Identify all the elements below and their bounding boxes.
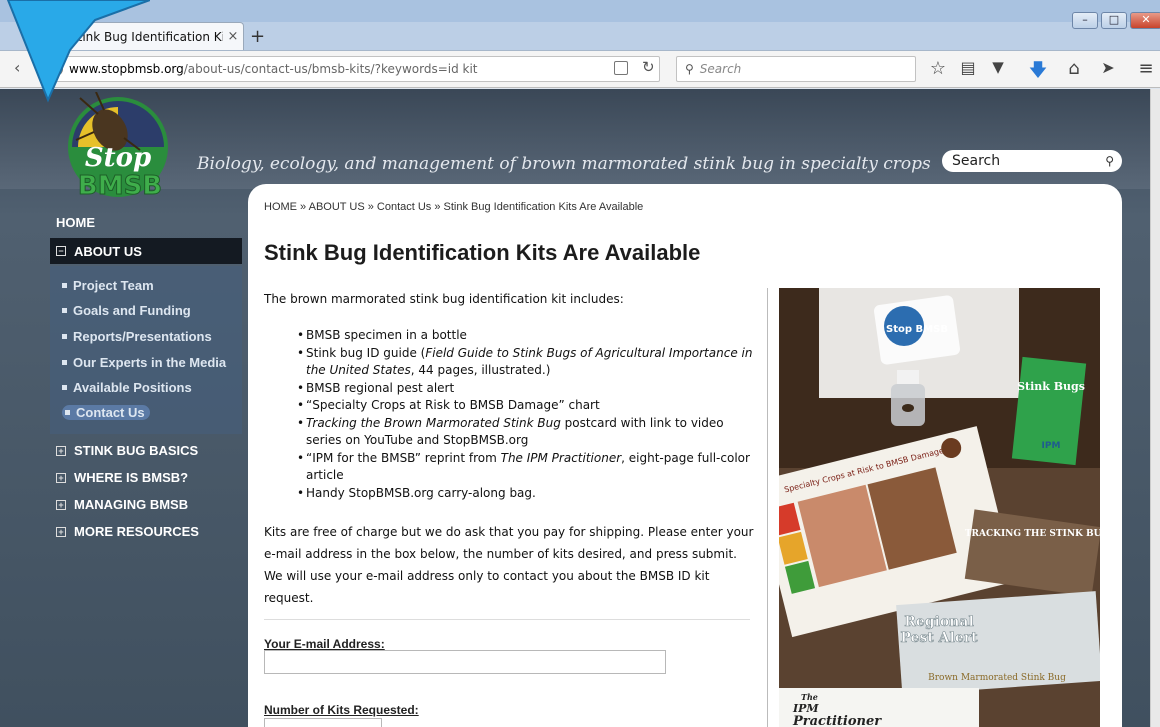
pointer-arrow-icon	[6, 0, 150, 103]
column-divider	[767, 288, 768, 727]
page-title: Stink Bug Identification Kits Are Availa…	[264, 240, 701, 265]
logo-stop-text: Stop	[85, 143, 151, 173]
logo-bmsb-text: BMSB	[78, 171, 162, 201]
alert-subtitle: Brown Marmorated Stink Bug	[928, 673, 1066, 683]
site-search-label: Search	[952, 153, 1001, 169]
intro-text: The brown marmorated stink bug identific…	[264, 292, 624, 306]
email-label: Your E-mail Address:	[264, 637, 385, 651]
expand-icon: +	[56, 526, 66, 537]
nav-stink-bug-basics[interactable]: + STINK BUG BASICS	[56, 443, 198, 458]
postcard-title: TRACKING THE STINK BUG	[965, 529, 1100, 539]
download-icon[interactable]: 🡇	[1026, 58, 1050, 88]
list-item: Stink bug ID guide (Field Guide to Stink…	[297, 345, 762, 380]
nav-managing-bmsb[interactable]: + MANAGING BMSB	[56, 497, 188, 512]
list-item: “IPM for the BMSB” reprint from The IPM …	[297, 450, 762, 485]
list-item: BMSB specimen in a bottle	[297, 327, 762, 345]
list-item: Handy StopBMSB.org carry-along bag.	[297, 485, 762, 503]
search-icon[interactable]: ⚲	[1105, 154, 1114, 168]
kit-contents-list: BMSB specimen in a bottle Stink bug ID g…	[297, 327, 762, 502]
search-placeholder: Search	[699, 62, 742, 76]
home-icon[interactable]: ⌂	[1062, 58, 1086, 79]
practitioner-title: Practitioner	[792, 714, 882, 727]
maximize-button[interactable]: □	[1101, 12, 1127, 29]
close-window-button[interactable]: ✕	[1130, 12, 1160, 29]
booklet-ipm: IPM	[1042, 441, 1061, 451]
nav-more-resources[interactable]: + MORE RESOURCES	[56, 524, 199, 539]
sidebar-item-contact-us[interactable]: Contact Us	[62, 405, 150, 420]
nav-label: STINK BUG BASICS	[74, 443, 199, 458]
scrollbar[interactable]	[1150, 89, 1160, 727]
bullet-icon	[62, 308, 67, 313]
reading-list-icon[interactable]: ▤	[956, 58, 980, 77]
practitioner-the: The	[801, 692, 818, 702]
bullet-icon	[62, 334, 67, 339]
site-tagline: Biology, ecology, and management of brow…	[197, 154, 931, 174]
bullet-icon	[62, 385, 67, 390]
nav-about-label: ABOUT US	[74, 243, 142, 259]
browser-search-field[interactable]: ⚲ Search	[676, 56, 916, 82]
share-icon[interactable]: ➤	[1096, 58, 1120, 77]
site-search-input[interactable]: Search ⚲	[942, 150, 1122, 172]
search-icon: ⚲	[685, 62, 694, 76]
nav-label: MANAGING BMSB	[74, 497, 189, 512]
bullet-icon	[65, 410, 70, 415]
sidebar-item-label: Our Experts in the Media	[73, 355, 227, 370]
url-path: /about-us/contact-us/bmsb-kits/?keywords…	[183, 62, 478, 76]
email-field[interactable]	[264, 650, 666, 674]
alert-title-2: Pest Alert	[900, 630, 978, 646]
reader-view-icon[interactable]	[614, 61, 628, 75]
sidebar-item-experts-media[interactable]: Our Experts in the Media	[62, 355, 226, 370]
sidebar-item-label: Contact Us	[76, 405, 145, 420]
card-logo-text: Stop BMSB	[886, 324, 948, 335]
kit-photo: Stop BMSB Stink Bugs IPM Specialty Crops…	[779, 288, 1100, 727]
collapse-icon: −	[56, 246, 66, 256]
reload-icon[interactable]: ↻	[642, 58, 655, 76]
nav-where-is-bmsb[interactable]: + WHERE IS BMSB?	[56, 470, 188, 485]
bullet-icon	[62, 283, 67, 288]
alert-title-1: Regional	[904, 614, 974, 630]
expand-icon: +	[56, 445, 66, 456]
divider	[264, 619, 750, 620]
expand-icon: +	[56, 499, 66, 510]
kits-label: Number of Kits Requested:	[264, 703, 419, 717]
sidebar-item-reports[interactable]: Reports/Presentations	[62, 329, 212, 344]
menu-icon[interactable]: ≡	[1134, 58, 1158, 79]
sidebar-item-label: Available Positions	[73, 380, 192, 395]
booklet-title: Stink Bugs	[1017, 380, 1085, 393]
list-item: “Specialty Crops at Risk to BMSB Damage”…	[297, 397, 762, 415]
list-item: BMSB regional pest alert	[297, 380, 762, 398]
sidebar-item-positions[interactable]: Available Positions	[62, 380, 192, 395]
minimize-button[interactable]: –	[1072, 12, 1098, 29]
breadcrumb[interactable]: HOME » ABOUT US » Contact Us » Stink Bug…	[264, 201, 643, 213]
tab-close-icon[interactable]: ×	[223, 29, 243, 44]
sidebar-item-project-team[interactable]: Project Team	[62, 278, 154, 293]
sidebar-item-goals-funding[interactable]: Goals and Funding	[62, 303, 191, 318]
list-item: Tracking the Brown Marmorated Stink Bug …	[297, 415, 762, 450]
new-tab-button[interactable]: +	[250, 26, 265, 47]
nav-about-us[interactable]: − ABOUT US	[50, 238, 242, 264]
sidebar-item-label: Goals and Funding	[73, 303, 191, 318]
title-bar	[0, 0, 1160, 22]
bullet-icon	[62, 360, 67, 365]
pocket-icon[interactable]: ▼	[986, 58, 1010, 76]
expand-icon: +	[56, 472, 66, 483]
bookmark-star-icon[interactable]: ☆	[926, 58, 950, 79]
nav-label: WHERE IS BMSB?	[74, 470, 189, 485]
sidebar-item-label: Reports/Presentations	[73, 329, 212, 344]
shipping-paragraph: Kits are free of charge but we do ask th…	[264, 525, 754, 605]
kits-quantity-field[interactable]	[264, 718, 382, 727]
sidebar-item-label: Project Team	[73, 278, 154, 293]
nav-home[interactable]: HOME	[56, 215, 95, 230]
nav-label: MORE RESOURCES	[74, 524, 199, 539]
